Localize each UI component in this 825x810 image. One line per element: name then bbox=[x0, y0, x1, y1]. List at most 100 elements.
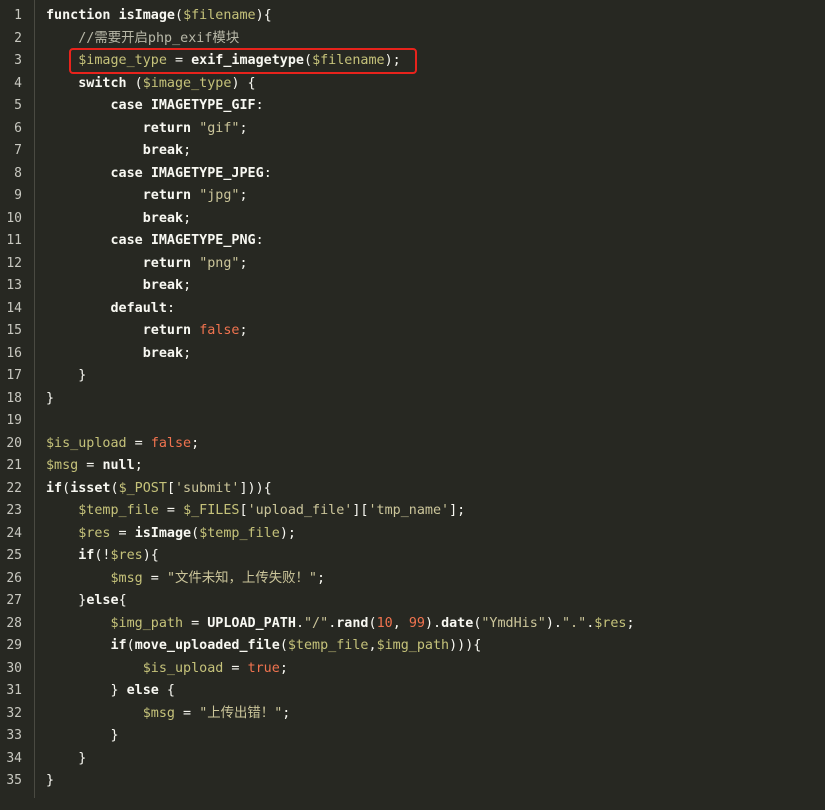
code-token: ; bbox=[134, 458, 143, 473]
line-number: 35 bbox=[6, 773, 22, 788]
code-token: ; bbox=[183, 210, 192, 226]
code-token: ) { bbox=[231, 75, 256, 91]
code-token: $temp_file bbox=[199, 525, 280, 541]
code-token: } bbox=[46, 773, 55, 788]
code-token: ( bbox=[368, 615, 377, 631]
code-token: IMAGETYPE_PNG bbox=[150, 233, 256, 248]
code-token: ; bbox=[626, 615, 635, 631]
code-token: = bbox=[175, 705, 200, 721]
code-token: = bbox=[158, 503, 184, 518]
code-token: isset bbox=[70, 480, 111, 496]
code-token: ( bbox=[279, 638, 288, 653]
code-token: break bbox=[46, 345, 184, 361]
line-number: 26 bbox=[6, 570, 22, 586]
code-token: ; bbox=[316, 570, 326, 586]
code-line: } bbox=[46, 748, 86, 770]
line-number: 5 bbox=[14, 98, 22, 113]
code-token: $filename bbox=[183, 8, 256, 23]
code-token: = bbox=[110, 525, 135, 541]
code-token: [ bbox=[239, 503, 248, 518]
code-line: } bbox=[46, 365, 86, 387]
line-number: 15 bbox=[6, 323, 22, 338]
code-token: $is_upload bbox=[46, 435, 127, 451]
code-line: } bbox=[46, 388, 54, 410]
code-token: } bbox=[46, 750, 87, 766]
code-token: return bbox=[46, 255, 200, 271]
line-number: 34 bbox=[6, 750, 22, 766]
code-token: ; bbox=[279, 660, 288, 676]
code-token: null bbox=[102, 458, 135, 473]
code-token: ; bbox=[183, 345, 192, 361]
code-token: ; bbox=[282, 705, 291, 721]
line-number: 30 bbox=[6, 660, 22, 676]
code-token: else bbox=[126, 683, 159, 698]
code-line: case IMAGETYPE_JPEG: bbox=[46, 163, 272, 185]
code-token: isImage bbox=[134, 525, 192, 541]
code-line: $is_upload = true; bbox=[46, 658, 288, 680]
code-token: true bbox=[247, 660, 280, 676]
code-line: } bbox=[46, 770, 54, 792]
code-line: switch ($image_type) { bbox=[46, 73, 256, 95]
code-token: "上传出错！" bbox=[199, 705, 283, 721]
code-token: $msg bbox=[46, 570, 143, 586]
code-area[interactable]: function isImage($filename){ //需要开启php_e… bbox=[46, 0, 816, 798]
line-number: 13 bbox=[6, 278, 22, 293]
code-token: ( bbox=[62, 480, 71, 496]
code-token: , bbox=[368, 638, 377, 653]
code-token: : bbox=[255, 233, 264, 248]
code-token: (! bbox=[94, 548, 111, 563]
code-line: case IMAGETYPE_PNG: bbox=[46, 230, 264, 252]
code-token: break bbox=[46, 278, 184, 293]
code-token: = bbox=[223, 660, 248, 676]
line-number: 9 bbox=[14, 188, 22, 203]
code-token: function bbox=[46, 8, 119, 23]
code-line: return "jpg"; bbox=[46, 185, 248, 207]
code-token: = bbox=[183, 615, 208, 631]
code-editor: 1 2 3 4 5 6 7 8 9 10 11 12 13 14 15 16 17 18 19 20 21 22 23 24 2… bbox=[0, 0, 825, 810]
code-token: IMAGETYPE_GIF bbox=[150, 98, 256, 113]
code-token: IMAGETYPE_JPEG bbox=[150, 165, 264, 181]
line-number: 2 bbox=[14, 30, 22, 46]
line-number: 16 bbox=[6, 345, 22, 361]
line-number: 8 bbox=[14, 165, 22, 181]
code-token: break bbox=[46, 210, 184, 226]
code-line: break; bbox=[46, 275, 191, 297]
line-number: 25 bbox=[6, 548, 22, 563]
code-token: ))){ bbox=[449, 638, 482, 653]
code-token: . bbox=[295, 615, 304, 631]
line-number: 10 bbox=[6, 210, 22, 226]
line-number: 4 bbox=[14, 75, 22, 91]
code-token: : bbox=[263, 165, 272, 181]
code-line: //需要开启php_exif模块 bbox=[46, 28, 239, 50]
line-number: 3 bbox=[14, 53, 22, 68]
code-line: $res = isImage($temp_file); bbox=[46, 523, 296, 545]
code-token: ){ bbox=[142, 548, 159, 563]
code-token: 'submit' bbox=[175, 480, 240, 496]
line-number: 24 bbox=[6, 525, 22, 541]
code-token: $_POST bbox=[118, 480, 167, 496]
code-token: $_FILES bbox=[183, 503, 240, 518]
code-token: ; bbox=[191, 435, 200, 451]
code-token: $res bbox=[46, 525, 111, 541]
code-token: switch bbox=[46, 75, 127, 91]
code-token: "文件未知，上传失败！" bbox=[166, 570, 317, 586]
code-token: //需要开启php_exif模块 bbox=[46, 30, 240, 46]
code-line: break; bbox=[46, 140, 191, 162]
code-token: ){ bbox=[255, 8, 272, 23]
code-token: return bbox=[46, 323, 200, 338]
line-number: 12 bbox=[6, 255, 22, 271]
code-token: "gif" bbox=[199, 120, 240, 136]
code-token: move_uploaded_file bbox=[134, 638, 280, 653]
code-line: return "png"; bbox=[46, 253, 248, 275]
code-token: } bbox=[46, 593, 87, 608]
code-line: $msg = "文件未知，上传失败！"; bbox=[46, 568, 325, 590]
line-number: 17 bbox=[6, 368, 22, 383]
line-number: 22 bbox=[6, 480, 22, 496]
code-token: "." bbox=[562, 615, 587, 631]
code-token: "png" bbox=[199, 255, 240, 271]
code-token: = bbox=[126, 435, 151, 451]
code-token: ])){ bbox=[239, 480, 272, 496]
line-number: 21 bbox=[6, 458, 22, 473]
code-token: ( bbox=[126, 638, 135, 653]
code-token: ( bbox=[191, 525, 200, 541]
